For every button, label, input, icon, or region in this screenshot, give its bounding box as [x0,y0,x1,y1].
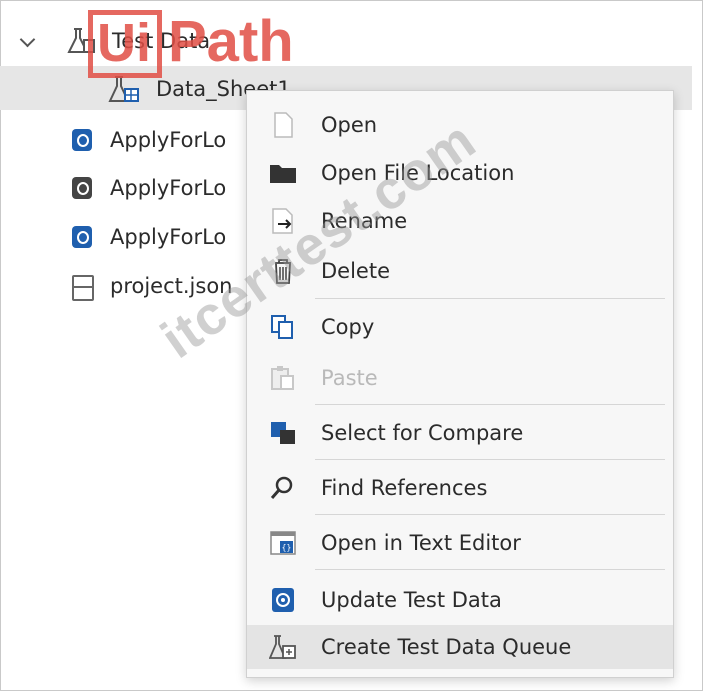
tree-label-workflow-3: ApplyForLo [110,225,227,249]
menu-item-create-test-data-queue[interactable]: Create Test Data Queue [247,625,673,669]
menu-label: Copy [321,315,375,339]
compare-icon [271,422,295,444]
menu-label: Select for Compare [321,421,524,445]
workflow-icon [72,226,92,248]
menu-separator [315,459,665,460]
menu-item-copy[interactable]: Copy [247,305,673,349]
menu-separator [315,404,665,405]
test-data-queue-icon [269,635,296,659]
menu-separator [315,298,665,299]
menu-label: Open in Text Editor [321,531,521,555]
menu-item-open-in-text-editor[interactable]: {} Open in Text Editor [247,521,673,565]
uipath-watermark-logo: Ui Path [88,10,294,82]
tree-node-workflow-3[interactable]: ApplyForLo [0,215,246,259]
menu-label: Find References [321,476,488,500]
menu-label: Create Test Data Queue [321,635,572,659]
copy-icon [271,315,293,339]
workflow-icon [72,177,92,199]
menu-item-find-references[interactable]: Find References [247,466,673,510]
paste-icon [271,366,294,390]
tree-label-workflow-1: ApplyForLo [110,128,227,152]
menu-label: Paste [321,366,378,390]
menu-label: Update Test Data [321,588,502,612]
search-icon [270,476,293,499]
menu-label: Open [321,113,378,137]
watermark-path-text: Path [168,9,294,74]
json-file-icon [72,275,94,301]
file-icon [274,112,293,138]
svg-text:{}: {} [282,543,292,552]
tree-label-workflow-2: ApplyForLo [110,176,227,200]
text-editor-icon: {} [270,531,296,555]
update-test-data-icon [272,588,294,612]
menu-item-paste: Paste [247,356,673,400]
chevron-down-icon[interactable] [19,31,36,48]
folder-icon [270,165,296,183]
tree-node-workflow-1[interactable]: ApplyForLo [0,118,246,162]
menu-item-select-for-compare[interactable]: Select for Compare [247,411,673,455]
menu-item-update-test-data[interactable]: Update Test Data [247,578,673,622]
tree-node-workflow-2[interactable]: ApplyForLo [0,166,246,210]
menu-separator [315,514,665,515]
workflow-icon [72,129,92,151]
menu-separator [315,569,665,570]
watermark-ui-box: Ui [88,10,162,78]
